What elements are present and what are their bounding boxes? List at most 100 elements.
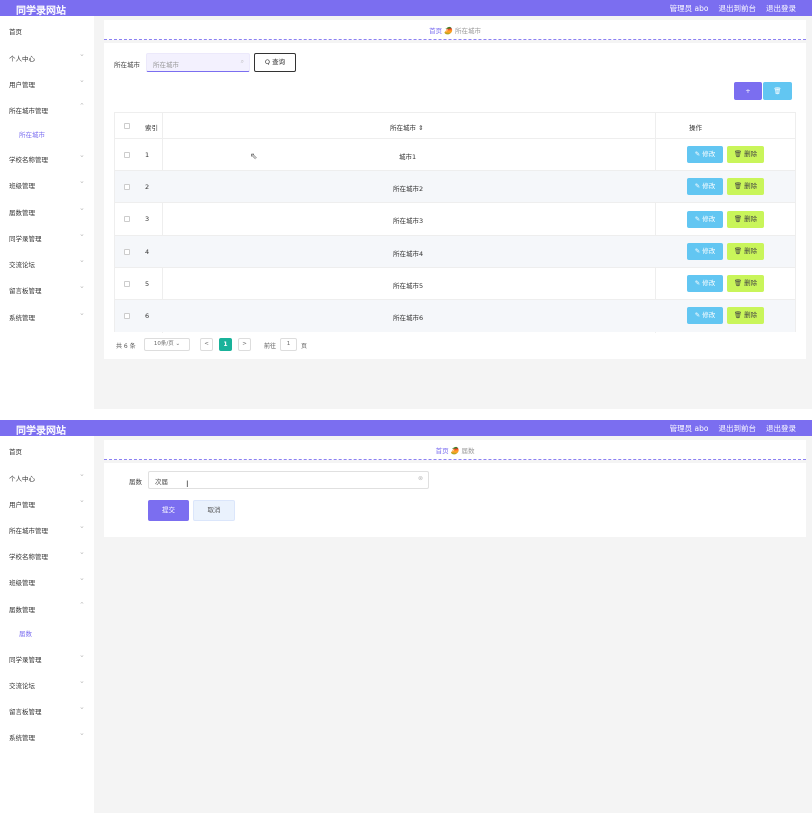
add-button[interactable]: + bbox=[734, 82, 762, 100]
cancel-button[interactable]: 取消 bbox=[193, 500, 235, 521]
sidebar-item-label: 交流论坛 bbox=[9, 682, 35, 690]
edit-button[interactable]: ✎ 修改 bbox=[687, 275, 723, 292]
sidebar-item-system[interactable]: 系统管理 ⌄ bbox=[0, 306, 94, 326]
sidebar-item-profile[interactable]: 个人中心 ⌄ bbox=[0, 47, 94, 67]
delete-button[interactable]: 🗑 删除 bbox=[727, 307, 764, 324]
submit-button[interactable]: 提交 bbox=[148, 500, 189, 521]
admin-user-link[interactable]: 管理员 abo bbox=[670, 3, 709, 14]
row-checkbox[interactable] bbox=[124, 281, 130, 287]
grade-input[interactable]: 次届 ⊗ bbox=[148, 471, 429, 489]
row-city: 城市1 bbox=[399, 153, 417, 161]
edit-button[interactable]: ✎ 修改 bbox=[687, 211, 723, 228]
sidebar-item-guestbook[interactable]: 留言板管理 ⌄ bbox=[0, 279, 94, 299]
table-row: 6 所在城市6 ✎ 修改 🗑 删除 bbox=[115, 300, 795, 332]
row-checkbox[interactable] bbox=[124, 313, 130, 319]
row-index: 5 bbox=[145, 280, 150, 288]
delete-button[interactable]: 🗑 删除 bbox=[727, 275, 764, 292]
page-1-button[interactable]: 1 bbox=[219, 338, 232, 351]
sidebar-item-home[interactable]: 首页 bbox=[0, 20, 94, 40]
sidebar-item-label: 交流论坛 bbox=[9, 261, 35, 269]
page-size-select[interactable]: 10条/页 ⌄ bbox=[144, 338, 190, 351]
edit-button[interactable]: ✎ 修改 bbox=[687, 146, 723, 163]
row-city: 所在城市4 bbox=[393, 250, 424, 258]
chevron-down-icon: ⌄ bbox=[79, 548, 85, 556]
grade-field-label: 届数 bbox=[129, 478, 142, 486]
row-checkbox[interactable] bbox=[124, 152, 130, 158]
batch-delete-button[interactable]: 🗑 bbox=[763, 82, 792, 100]
sidebar-item-city[interactable]: 所在城市 bbox=[0, 123, 94, 143]
sidebar-item-system[interactable]: 系统管理 ⌄ bbox=[0, 726, 94, 746]
next-page-button[interactable]: > bbox=[238, 338, 251, 351]
chevron-down-icon: ⌄ bbox=[79, 574, 85, 582]
sidebar-item-label: 届数 bbox=[19, 630, 32, 638]
logout-link[interactable]: 退出登录 bbox=[766, 423, 796, 434]
breadcrumb-home[interactable]: 首页 bbox=[436, 447, 449, 455]
delete-button[interactable]: 🗑 删除 bbox=[727, 178, 764, 195]
search-icon: ⌕ bbox=[240, 58, 244, 65]
breadcrumb-separator-icon: 🥭 bbox=[450, 447, 460, 455]
table-row: 2 所在城市2 ✎ 修改 🗑 删除 bbox=[115, 171, 795, 203]
table-row: 1 城市1 ✎ 修改 🗑 删除 bbox=[115, 139, 795, 171]
edit-button[interactable]: ✎ 修改 bbox=[687, 243, 723, 260]
table-row: 4 所在城市4 ✎ 修改 🗑 删除 bbox=[115, 236, 795, 268]
top-nav: 管理员 abo 退出到前台 退出登录 bbox=[670, 423, 796, 434]
row-checkbox[interactable] bbox=[124, 216, 130, 222]
sidebar-item-school-mgmt[interactable]: 学校名称管理 ⌄ bbox=[0, 545, 94, 565]
delete-button[interactable]: 🗑 删除 bbox=[727, 146, 764, 163]
goto-suffix: 页 bbox=[301, 343, 308, 350]
delete-button[interactable]: 🗑 删除 bbox=[727, 211, 764, 228]
sidebar-item-guestbook[interactable]: 留言板管理 ⌄ bbox=[0, 700, 94, 720]
admin-user-link[interactable]: 管理员 abo bbox=[670, 423, 709, 434]
sidebar-item-school-mgmt[interactable]: 学校名称管理 ⌄ bbox=[0, 148, 94, 168]
header-city[interactable]: 所在城市 ⇕ bbox=[390, 122, 424, 132]
prev-page-button[interactable]: < bbox=[200, 338, 213, 351]
row-checkbox[interactable] bbox=[124, 184, 130, 190]
sidebar-item-profile[interactable]: 个人中心 ⌄ bbox=[0, 467, 94, 487]
sidebar-item-forum[interactable]: 交流论坛 ⌄ bbox=[0, 253, 94, 273]
chevron-down-icon: ⌄ bbox=[79, 50, 85, 58]
delete-button[interactable]: 🗑 删除 bbox=[727, 243, 764, 260]
table-row: 3 所在城市3 ✎ 修改 🗑 删除 bbox=[115, 203, 795, 236]
sidebar-item-grade-mgmt[interactable]: 届数管理 ⌄ bbox=[0, 201, 94, 221]
city-search-input[interactable]: 所在城市 ⌕ bbox=[146, 53, 250, 72]
row-index: 4 bbox=[145, 248, 150, 256]
breadcrumb-current: 届数 bbox=[461, 447, 475, 455]
edit-button[interactable]: ✎ 修改 bbox=[687, 307, 723, 324]
row-checkbox[interactable] bbox=[124, 249, 130, 255]
sidebar-item-class-mgmt[interactable]: 班级管理 ⌄ bbox=[0, 174, 94, 194]
breadcrumb: 首页 🥭 所在城市 bbox=[104, 25, 806, 35]
text-cursor-icon: I bbox=[186, 480, 189, 490]
edit-button[interactable]: ✎ 修改 bbox=[687, 178, 723, 195]
query-button[interactable]: Q 查询 bbox=[254, 53, 296, 72]
sidebar-item-users[interactable]: 用户管理 ⌄ bbox=[0, 73, 94, 93]
sidebar-item-grade-mgmt[interactable]: 届数管理 ⌃ bbox=[0, 598, 94, 618]
sidebar-item-grade[interactable]: 届数 bbox=[0, 622, 94, 642]
city-list-card: 所在城市 所在城市 ⌕ Q 查询 + 🗑 索引 所在城市 ⇕ 操作 1 城市1 … bbox=[104, 43, 806, 359]
sidebar-item-city-mgmt[interactable]: 所在城市管理 ⌄ bbox=[0, 519, 94, 539]
sidebar-item-label: 届数管理 bbox=[9, 209, 35, 217]
breadcrumb-card: 首页 🥭 所在城市 bbox=[104, 20, 806, 40]
sidebar-item-alumni-mgmt[interactable]: 同学录管理 ⌄ bbox=[0, 227, 94, 247]
logout-link[interactable]: 退出登录 bbox=[766, 3, 796, 14]
clear-icon[interactable]: ⊗ bbox=[418, 475, 423, 482]
back-to-front-link[interactable]: 退出到前台 bbox=[719, 3, 757, 14]
back-to-front-link[interactable]: 退出到前台 bbox=[719, 423, 757, 434]
sidebar-item-label: 个人中心 bbox=[9, 475, 35, 483]
select-all-checkbox[interactable] bbox=[124, 123, 130, 129]
chevron-down-icon: ⌄ bbox=[79, 230, 85, 238]
sidebar-item-alumni-mgmt[interactable]: 同学录管理 ⌄ bbox=[0, 648, 94, 668]
sidebar-item-home[interactable]: 首页 bbox=[0, 440, 94, 460]
city-list-screen: 同学录网站 管理员 abo 退出到前台 退出登录 首页 个人中心 ⌄ 用户管理 ⌄ … bbox=[0, 0, 812, 409]
breadcrumb-home[interactable]: 首页 bbox=[429, 27, 442, 35]
goto-page-input[interactable]: 1 bbox=[280, 338, 297, 351]
sidebar-item-city-mgmt[interactable]: 所在城市管理 ⌃ bbox=[0, 99, 94, 119]
row-city: 所在城市2 bbox=[393, 185, 424, 193]
sidebar-item-users[interactable]: 用户管理 ⌄ bbox=[0, 493, 94, 513]
row-city: 所在城市6 bbox=[393, 314, 424, 322]
sidebar-item-class-mgmt[interactable]: 班级管理 ⌄ bbox=[0, 571, 94, 591]
sidebar-item-label: 首页 bbox=[9, 28, 22, 36]
chevron-down-icon: ⌄ bbox=[79, 703, 85, 711]
grade-form-card: 届数 次届 ⊗ 提交 取消 bbox=[104, 463, 806, 537]
chevron-down-icon: ⌄ bbox=[79, 496, 85, 504]
sidebar-item-forum[interactable]: 交流论坛 ⌄ bbox=[0, 674, 94, 694]
